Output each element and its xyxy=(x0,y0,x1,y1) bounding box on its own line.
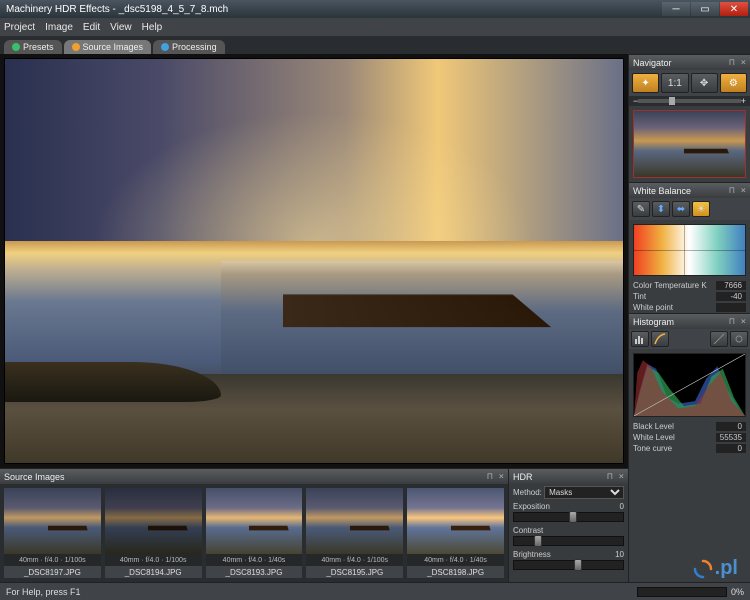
colortemp-value[interactable]: 7666 xyxy=(716,281,746,290)
watermark-logo: .pl xyxy=(693,557,738,580)
histogram-display[interactable] xyxy=(633,353,746,417)
wb-preset-button[interactable]: ⬌ xyxy=(672,201,690,217)
preview-viewport[interactable] xyxy=(4,58,624,464)
nav-11-button[interactable]: 1:1 xyxy=(661,73,688,93)
histogram-bars-icon[interactable] xyxy=(631,331,649,347)
source-thumb[interactable]: 40mm · f/4.0 · 1/40s_DSC8198.JPG xyxy=(407,488,504,578)
panel-header-navigator: Navigator ⊓× xyxy=(629,54,750,70)
panel-pin-icon[interactable]: ⊓ xyxy=(729,58,734,68)
menu-view[interactable]: View xyxy=(110,22,132,33)
wb-sun-button[interactable]: ☀ xyxy=(692,201,710,217)
source-thumb[interactable]: 40mm · f/4.0 · 1/100s_DSC8194.JPG xyxy=(105,488,202,578)
zoom-in-icon[interactable]: + xyxy=(741,96,746,106)
tab-source-images[interactable]: Source Images xyxy=(64,40,152,54)
panel-close-icon[interactable]: × xyxy=(741,186,746,196)
source-thumb[interactable]: 40mm · f/4.0 · 1/100s_DSC8195.JPG xyxy=(306,488,403,578)
wb-preset-button[interactable]: ⬍ xyxy=(652,201,670,217)
black-level-value[interactable]: 0 xyxy=(716,422,746,431)
eyedropper-button[interactable]: ✎ xyxy=(632,201,650,217)
menu-edit[interactable]: Edit xyxy=(83,22,100,33)
nav-pan-button[interactable]: ✥ xyxy=(691,73,718,93)
maximize-button[interactable]: ▭ xyxy=(691,2,719,16)
panel-pin-icon[interactable]: ⊓ xyxy=(487,472,492,482)
source-thumb[interactable]: 40mm · f/4.0 · 1/100s_DSC8197.JPG xyxy=(4,488,101,578)
close-button[interactable]: ✕ xyxy=(720,2,748,16)
tone-curve-value[interactable]: 0 xyxy=(716,444,746,453)
window-title: Machinery HDR Effects - _dsc5198_4_5_7_8… xyxy=(2,4,228,15)
source-thumb[interactable]: 40mm · f/4.0 · 1/40s_DSC8193.JPG xyxy=(206,488,303,578)
color-temperature-picker[interactable] xyxy=(633,224,746,276)
status-help-text: For Help, press F1 xyxy=(6,587,81,597)
hdr-panel: HDR ⊓× Method: Masks Exposition0 Contras… xyxy=(508,468,628,582)
titlebar: Machinery HDR Effects - _dsc5198_4_5_7_8… xyxy=(0,0,750,18)
menu-image[interactable]: Image xyxy=(45,22,73,33)
histogram-curve-icon[interactable] xyxy=(651,331,669,347)
white-level-value[interactable]: 55535 xyxy=(716,433,746,442)
dot-icon xyxy=(12,43,20,51)
panel-pin-icon[interactable]: ⊓ xyxy=(729,186,734,196)
navigator-thumbnail[interactable] xyxy=(633,110,746,178)
panel-pin-icon[interactable]: ⊓ xyxy=(607,472,612,482)
progress-percent: 0% xyxy=(731,587,744,597)
panel-header-white-balance: White Balance ⊓× xyxy=(629,182,750,198)
contrast-slider[interactable] xyxy=(513,536,624,546)
panel-header-histogram: Histogram ⊓× xyxy=(629,313,750,329)
histogram-reset-icon[interactable] xyxy=(730,331,748,347)
panel-close-icon[interactable]: × xyxy=(619,472,624,482)
zoom-slider[interactable] xyxy=(638,99,740,103)
menu-project[interactable]: Project xyxy=(4,22,35,33)
menu-help[interactable]: Help xyxy=(142,22,163,33)
panel-header-hdr: HDR ⊓× xyxy=(509,468,628,484)
menubar: Project Image Edit View Help xyxy=(0,18,750,36)
nav-fit-button[interactable]: ✦ xyxy=(632,73,659,93)
hdr-method-select[interactable]: Masks xyxy=(544,486,624,499)
exposition-slider[interactable] xyxy=(513,512,624,522)
tint-value[interactable]: -40 xyxy=(716,292,746,301)
whitepoint-value[interactable] xyxy=(716,303,746,312)
statusbar: For Help, press F1 0% xyxy=(0,582,750,600)
panel-header-source-images: Source Images ⊓× xyxy=(0,468,508,484)
panel-close-icon[interactable]: × xyxy=(741,317,746,327)
panel-pin-icon[interactable]: ⊓ xyxy=(729,317,734,327)
brightness-slider[interactable] xyxy=(513,560,624,570)
minimize-button[interactable]: ─ xyxy=(662,2,690,16)
tab-presets[interactable]: Presets xyxy=(4,40,62,54)
histogram-rgb-icon[interactable] xyxy=(710,331,728,347)
source-images-strip: 40mm · f/4.0 · 1/100s_DSC8197.JPG 40mm ·… xyxy=(0,484,508,582)
progress-bar xyxy=(637,587,727,597)
nav-gear-button[interactable]: ⚙ xyxy=(720,73,747,93)
tab-processing[interactable]: Processing xyxy=(153,40,225,54)
panel-close-icon[interactable]: × xyxy=(741,58,746,68)
dot-icon xyxy=(72,43,80,51)
panel-close-icon[interactable]: × xyxy=(499,472,504,482)
dot-icon xyxy=(161,43,169,51)
tabbar: Presets Source Images Processing xyxy=(0,36,750,54)
